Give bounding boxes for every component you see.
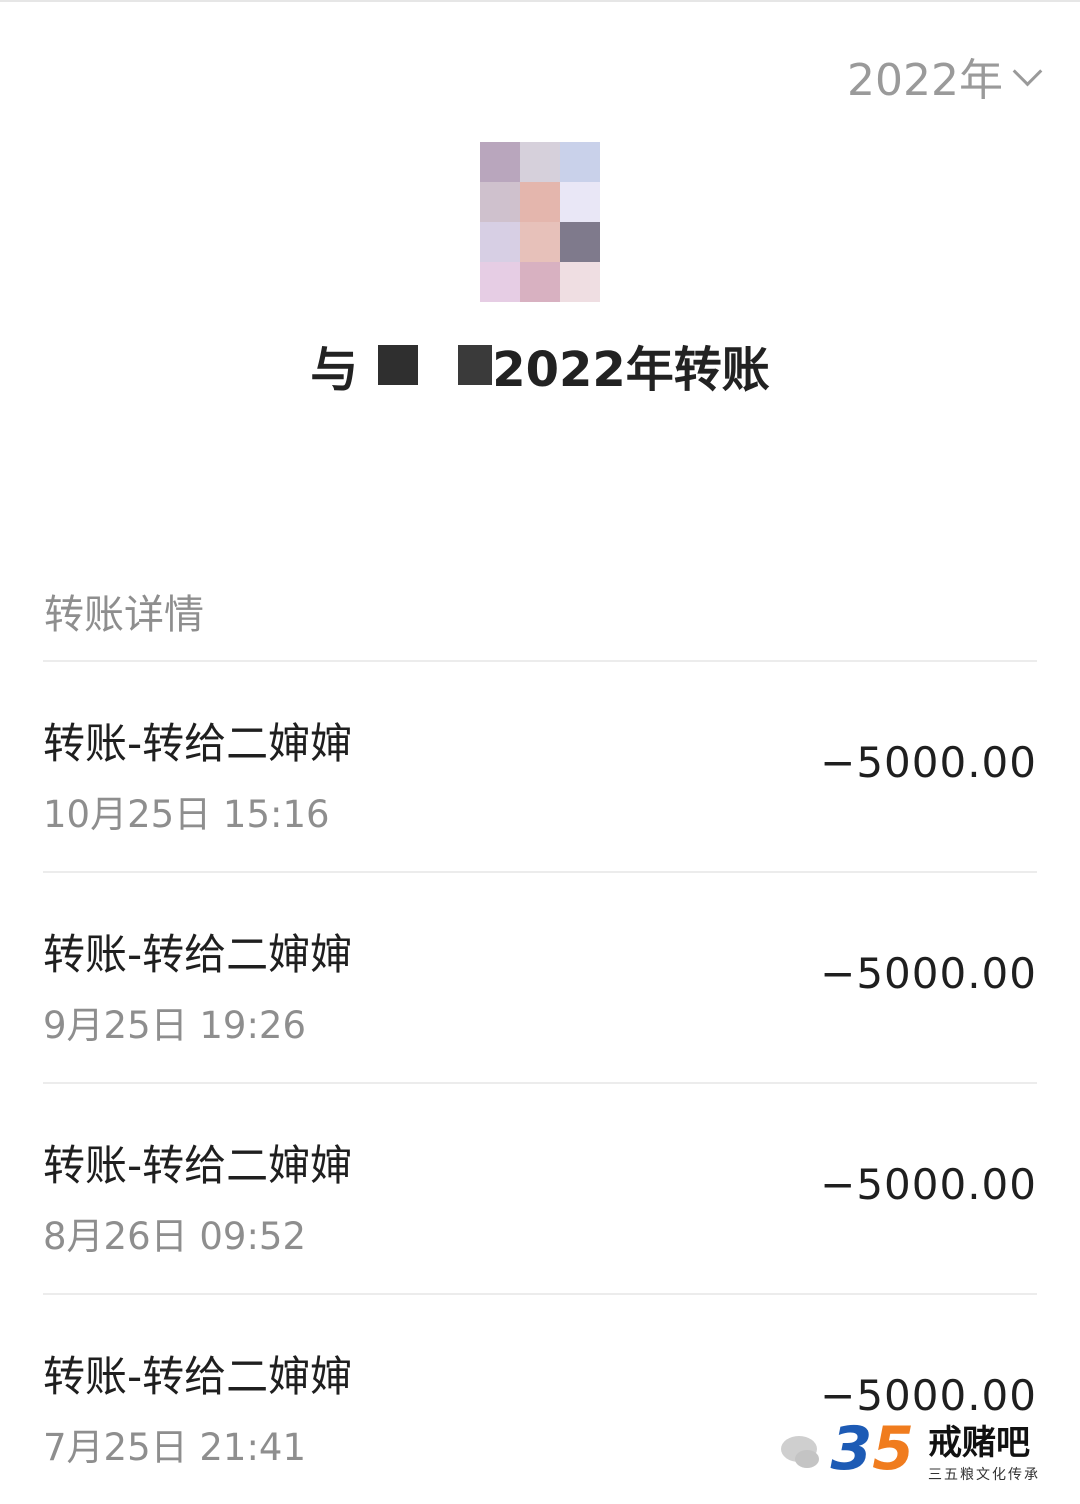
transaction-amount: −5000.00 [820,1371,1037,1420]
transaction-amount: −5000.00 [820,949,1037,998]
top-divider [0,0,1080,2]
year-selector[interactable]: 2022年 [847,44,1043,108]
avatar [480,142,600,302]
transaction-amount: −5000.00 [820,1160,1037,1209]
watermark-tagline: 三五粮文化传承 [928,1466,1040,1483]
transaction-time: 8月26日 09:52 [43,1215,307,1258]
title-suffix: 2022年转账 [492,342,770,398]
year-selector-label: 2022年 [847,55,1003,106]
chevron-down-icon [1012,56,1043,86]
redacted-name-block [458,345,493,385]
watermark: 35 戒赌吧 三五粮文化传承 [780,1414,1041,1484]
redacted-name-block [378,345,419,385]
watermark-logo: 35 [831,1414,915,1484]
transaction-name: 转账-转给二婶婶 [43,930,353,979]
section-label: 转账详情 [44,592,204,638]
transaction-row[interactable]: 转账-转给二婶婶 10月25日 15:16 −5000.00 [43,660,1037,871]
watermark-digit-b: 5 [872,1414,914,1484]
transaction-name: 转账-转给二婶婶 [43,1141,353,1190]
watermark-text: 戒赌吧 三五粮文化传承 [928,1415,1040,1484]
transaction-name: 转账-转给二婶婶 [43,1352,353,1401]
transaction-row[interactable]: 转账-转给二婶婶 9月25日 19:26 −5000.00 [43,871,1037,1082]
transaction-row[interactable]: 转账-转给二婶婶 8月26日 09:52 −5000.00 [43,1082,1037,1293]
watermark-digit-a: 3 [830,1414,873,1484]
transaction-amount: −5000.00 [820,738,1037,787]
transaction-time: 9月25日 19:26 [43,1004,307,1047]
wechat-icon [780,1436,819,1468]
transaction-name: 转账-转给二婶婶 [43,719,353,768]
watermark-brand: 戒赌吧 [928,1422,1030,1463]
transaction-time: 7月25日 21:41 [43,1426,307,1469]
page-title: 与 2022年转账 [0,330,1080,400]
title-prefix: 与 [310,342,359,398]
transaction-list: 转账-转给二婶婶 10月25日 15:16 −5000.00 转账-转给二婶婶 … [43,660,1037,1504]
transaction-time: 10月25日 15:16 [43,793,330,836]
